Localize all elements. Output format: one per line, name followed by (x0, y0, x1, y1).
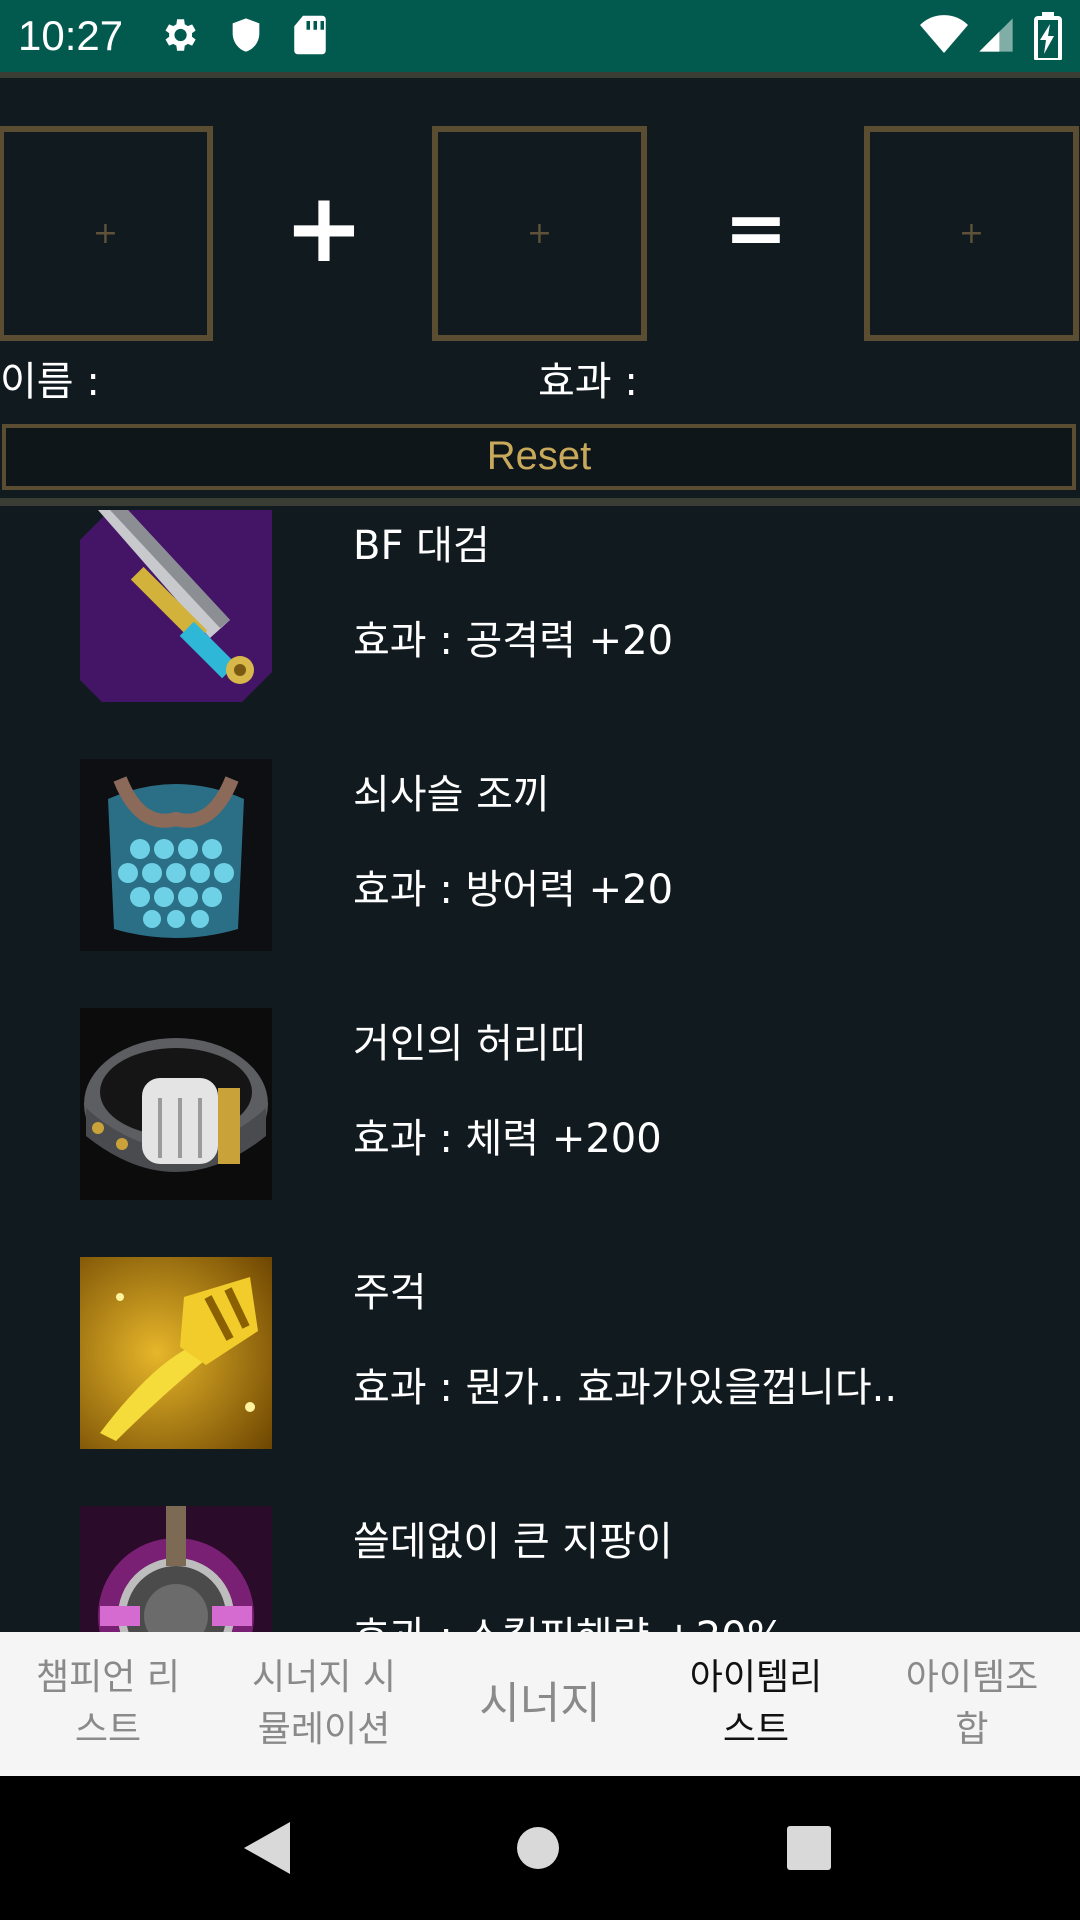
sd-card-icon (294, 15, 326, 55)
equals-operator: = (724, 183, 788, 272)
tab-label: 시너지 (479, 1678, 601, 1729)
item-name: 쇠사슬 조끼 (353, 772, 550, 818)
combine-slot-1[interactable]: + (0, 126, 213, 341)
tab-label: 아이템조 합 (905, 1657, 1039, 1750)
name-label: 이름 : (0, 359, 100, 405)
tab-item-combination[interactable]: 아이템조 합 (864, 1632, 1080, 1776)
result-slot: + (864, 126, 1079, 341)
tab-champion-list[interactable]: 챔피언 리 스트 (0, 1632, 216, 1776)
shield-icon (232, 18, 260, 52)
giants-belt-icon (80, 1008, 272, 1200)
list-item[interactable]: 주걱 효과 : 뭔가.. 효과가있을껍니다.. (0, 1255, 1080, 1504)
system-nav-bar (0, 1776, 1080, 1920)
list-divider (0, 498, 1080, 506)
spatula-icon (80, 1257, 272, 1449)
item-list[interactable]: BF 대검 효과 : 공격력 +20 쇠사슬 조끼 효과 : 방어력 +20 거… (0, 508, 1080, 1632)
wifi-icon (920, 15, 968, 54)
list-item[interactable]: 쓸데없이 큰 지팡이 효과 : 스킬피해량 +20% (0, 1504, 1080, 1632)
chain-vest-icon (80, 759, 272, 951)
item-effect: 효과 : 뭔가.. 효과가있을껍니다.. (353, 1365, 898, 1411)
tab-label: 시너지 시 뮬레이션 (252, 1657, 396, 1750)
plus-operator: + (283, 172, 365, 284)
tab-synergy[interactable]: 시너지 (432, 1632, 648, 1776)
item-effect: 효과 : 공격력 +20 (353, 618, 674, 664)
tab-item-list[interactable]: 아이템리 스트 (648, 1632, 864, 1776)
recents-icon[interactable] (787, 1826, 831, 1870)
item-name: 쓸데없이 큰 지팡이 (353, 1519, 673, 1565)
item-effect: 효과 : 방어력 +20 (353, 867, 674, 913)
combine-slot-2[interactable]: + (432, 126, 647, 341)
item-effect: 효과 : 스킬피해량 +20% (353, 1607, 785, 1632)
battery-icon (1034, 12, 1062, 60)
tab-synergy-simulation[interactable]: 시너지 시 뮬레이션 (216, 1632, 432, 1776)
slot-plus-icon: + (526, 215, 553, 251)
signal-icon (979, 18, 1013, 52)
tab-label: 챔피언 리 스트 (36, 1657, 180, 1750)
item-name: 거인의 허리띠 (353, 1021, 587, 1067)
item-effect: 효과 : 체력 +200 (353, 1116, 662, 1162)
status-time: 10:27 (18, 12, 124, 59)
bf-sword-icon (80, 510, 272, 702)
list-item[interactable]: 쇠사슬 조끼 효과 : 방어력 +20 (0, 757, 1080, 1006)
effect-label: 효과 : (538, 359, 638, 405)
large-rod-icon (80, 1506, 272, 1632)
tab-label: 아이템리 스트 (689, 1657, 823, 1750)
slot-plus-icon: + (92, 215, 119, 251)
home-icon[interactable] (516, 1826, 560, 1870)
status-bar: 10:27 (0, 0, 1080, 72)
item-name: 주걱 (353, 1270, 427, 1316)
slot-plus-icon: + (958, 215, 985, 251)
reset-button[interactable]: Reset (2, 424, 1076, 490)
item-name: BF 대검 (353, 523, 490, 569)
list-item[interactable]: BF 대검 효과 : 공격력 +20 (0, 508, 1080, 757)
list-item[interactable]: 거인의 허리띠 효과 : 체력 +200 (0, 1006, 1080, 1255)
gear-icon (165, 19, 196, 51)
bottom-nav: 챔피언 리 스트 시너지 시 뮬레이션 시너지 아이템리 스트 아이템조 합 (0, 1632, 1080, 1776)
top-divider (0, 72, 1080, 78)
back-icon[interactable] (244, 1822, 290, 1874)
